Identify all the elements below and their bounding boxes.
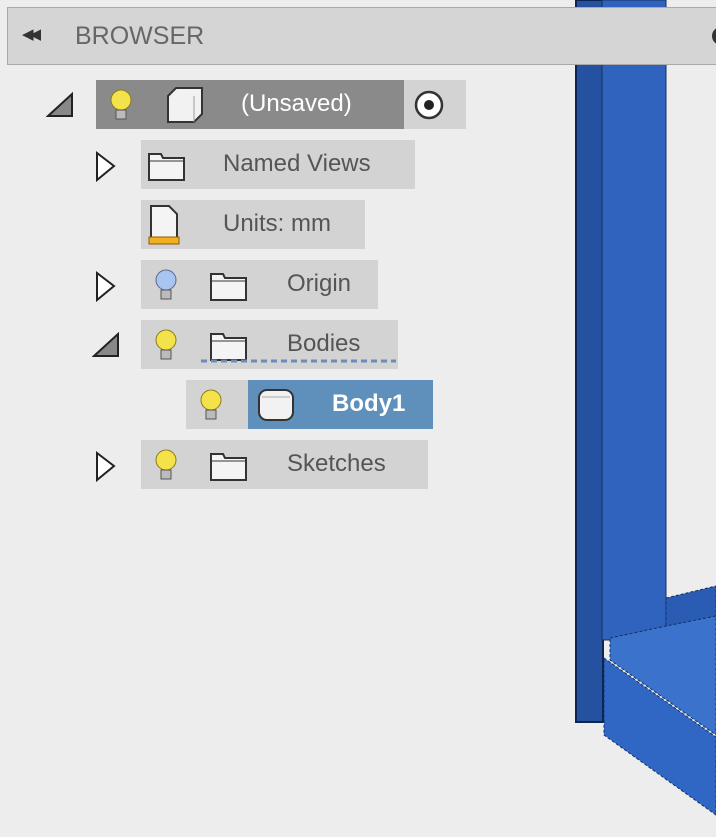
tree-item-label: Bodies <box>287 330 361 357</box>
units-document-icon <box>148 205 180 245</box>
tree-item-origin[interactable]: Origin <box>141 260 378 309</box>
tree-item-units[interactable]: Units: mm <box>141 200 365 249</box>
column-side-strip <box>575 0 604 723</box>
tree-item-label: Sketches <box>287 450 386 477</box>
collapsed-triangle-icon[interactable] <box>94 270 118 304</box>
folder-icon <box>148 153 185 181</box>
collapsed-triangle-icon[interactable] <box>94 450 118 484</box>
activate-radio-icon[interactable] <box>414 90 444 120</box>
tree-item-named-views[interactable]: Named Views <box>141 140 415 189</box>
component-icon <box>167 87 203 123</box>
column-front <box>601 0 667 641</box>
expanded-triangle-icon[interactable] <box>46 90 76 120</box>
folder-icon <box>210 453 247 481</box>
body-icon <box>258 389 294 421</box>
lightbulb-on-icon[interactable] <box>109 88 133 122</box>
tree-item-label: Body1 <box>332 390 406 417</box>
double-chevron-left-icon[interactable]: ◀◀ <box>22 25 41 43</box>
browser-title: BROWSER <box>75 22 205 50</box>
tree-item-sketches[interactable]: Sketches <box>141 440 428 489</box>
tree-item-body1[interactable]: Body1 <box>186 380 433 429</box>
warning-underline-icon <box>201 359 396 363</box>
tree-item-root[interactable]: (Unsaved) <box>96 80 466 129</box>
tree-item-label: (Unsaved) <box>241 90 352 117</box>
folder-icon <box>210 273 247 301</box>
tree-item-label: Units: mm <box>223 210 331 237</box>
browser-header: ◀◀ BROWSER <box>7 7 716 65</box>
tree-item-label: Origin <box>287 270 352 297</box>
lightbulb-on-icon[interactable] <box>199 388 223 422</box>
tree-item-bodies[interactable]: Bodies <box>141 320 398 369</box>
tree-item-label: Named Views <box>223 150 371 177</box>
expanded-triangle-icon[interactable] <box>92 330 122 360</box>
lightbulb-on-icon[interactable] <box>154 328 178 362</box>
pin-icon[interactable] <box>712 27 716 45</box>
lightbulb-on-icon[interactable] <box>154 448 178 482</box>
collapsed-triangle-icon[interactable] <box>94 150 118 184</box>
lightbulb-off-icon[interactable] <box>154 268 178 302</box>
